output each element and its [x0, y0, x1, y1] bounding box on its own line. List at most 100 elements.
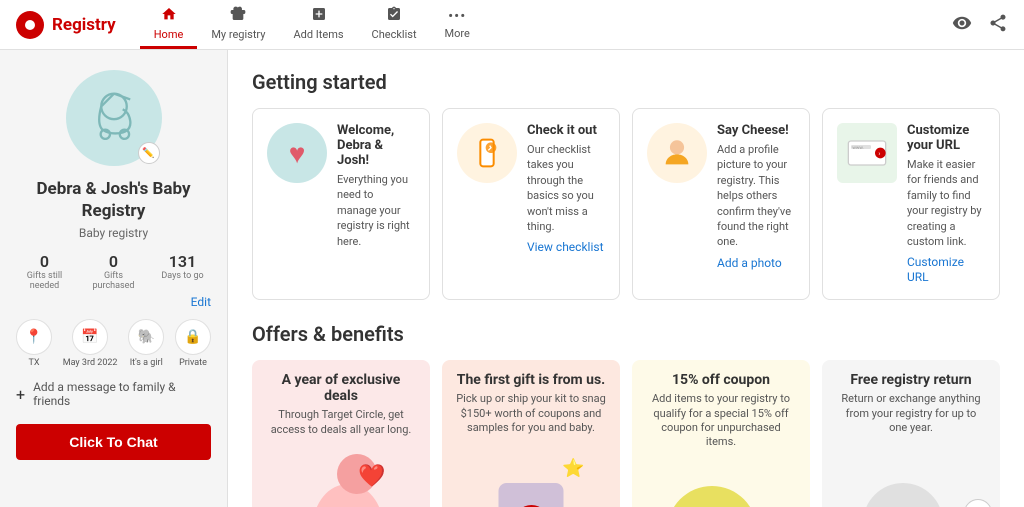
return-next-icon[interactable]: › — [964, 499, 992, 507]
stat-gifts-needed-label: Gifts still needed — [16, 271, 73, 291]
exclusive-deals-desc: Through Target Circle, get access to dea… — [266, 408, 416, 437]
tab-my-registry[interactable]: My registry — [197, 0, 279, 49]
checklist-icon — [386, 6, 402, 26]
svg-text:www.: www. — [852, 146, 863, 151]
tag-privacy[interactable]: 🔒 Private — [175, 319, 211, 368]
customize-url-link[interactable]: Customize URL — [907, 255, 964, 284]
say-cheese-content: Say Cheese! Add a profile picture to you… — [717, 123, 795, 285]
coupon-desc: Add items to your registry to qualify fo… — [646, 392, 796, 449]
say-cheese-title: Say Cheese! — [717, 123, 795, 138]
customize-url-card: www. › Customize your URL Make it easier… — [822, 108, 1000, 300]
home-icon — [161, 6, 177, 26]
gender-icon: 🐘 — [128, 319, 164, 355]
offers-cards: A year of exclusive deals Through Target… — [252, 360, 1000, 507]
say-cheese-img — [647, 123, 707, 183]
lock-icon: 🔒 — [175, 319, 211, 355]
welcome-card-text: Everything you need to manage your regis… — [337, 172, 415, 249]
stroller-icon — [85, 89, 143, 147]
stat-gifts-purchased: 0 Gifts purchased — [85, 252, 142, 291]
plus-icon: + — [16, 385, 25, 404]
stats-row: 0 Gifts still needed 0 Gifts purchased 1… — [16, 252, 211, 291]
stat-days-to-go-label: Days to go — [161, 271, 203, 281]
customize-url-content: Customize your URL Make it easier for fr… — [907, 123, 985, 285]
exclusive-deals-header: A year of exclusive deals Through Target… — [252, 360, 430, 443]
layout: ✏️ Debra & Josh's Baby Registry Baby reg… — [0, 50, 1024, 507]
location-icon: 📍 — [16, 319, 52, 355]
tag-gender[interactable]: 🐘 It's a girl — [128, 319, 164, 368]
tab-checklist-label: Checklist — [372, 28, 417, 41]
avatar: ✏️ — [66, 70, 162, 166]
welcome-card: ♥ Welcome, Debra & Josh! Everything you … — [252, 108, 430, 300]
return-img: ↩ 📢 › — [822, 441, 1000, 507]
check-it-out-content: Check it out Our checklist takes you thr… — [527, 123, 605, 285]
first-gift-card: The first gift is from us. Pick up or sh… — [442, 360, 620, 507]
edit-link[interactable]: Edit — [191, 295, 211, 309]
add-message-label: Add a message to family & friends — [33, 380, 211, 408]
tab-my-registry-label: My registry — [211, 28, 265, 41]
nav-logo[interactable]: Registry — [16, 11, 116, 39]
check-it-out-title: Check it out — [527, 123, 605, 138]
tab-checklist[interactable]: Checklist — [358, 0, 431, 49]
return-title: Free registry return — [836, 372, 986, 388]
return-card: Free registry return Return or exchange … — [822, 360, 1000, 507]
coupon-title: 15% off coupon — [646, 372, 796, 388]
logo-text: Registry — [52, 15, 116, 35]
first-gift-img: ⭐ — [442, 441, 620, 507]
sidebar: ✏️ Debra & Josh's Baby Registry Baby reg… — [0, 50, 228, 507]
tag-date[interactable]: 📅 May 3rd 2022 — [63, 319, 118, 368]
check-it-out-text: Our checklist takes you through the basi… — [527, 142, 605, 234]
customize-url-img: www. › — [837, 123, 897, 183]
return-desc: Return or exchange anything from your re… — [836, 392, 986, 435]
offers-title: Offers & benefits — [252, 322, 1000, 346]
registry-type: Baby registry — [79, 226, 148, 240]
return-header: Free registry return Return or exchange … — [822, 360, 1000, 441]
customize-url-text: Make it easier for friends and family to… — [907, 157, 985, 249]
offers-section: Offers & benefits A year of exclusive de… — [252, 322, 1000, 507]
customize-url-title: Customize your URL — [907, 123, 985, 153]
chat-button[interactable]: Click To Chat — [16, 424, 211, 460]
coupon-img: 🪑 🧸 — [632, 456, 810, 507]
first-gift-desc: Pick up or ship your kit to snag $150+ w… — [456, 392, 606, 435]
stat-gifts-purchased-label: Gifts purchased — [85, 271, 142, 291]
stat-gifts-needed-value: 0 — [40, 252, 49, 271]
tab-add-items[interactable]: Add Items — [279, 0, 357, 49]
eye-icon[interactable] — [952, 13, 972, 37]
say-cheese-card: Say Cheese! Add a profile picture to you… — [632, 108, 810, 300]
say-cheese-text: Add a profile picture to your registry. … — [717, 142, 795, 250]
getting-started-title: Getting started — [252, 70, 1000, 94]
edit-pencil-button[interactable]: ✏️ — [138, 142, 160, 164]
stat-days-to-go: 131 Days to go — [154, 252, 211, 291]
add-message-row[interactable]: + Add a message to family & friends — [16, 380, 211, 408]
gift-icon — [230, 6, 246, 26]
top-nav: Registry Home My registry Add Items — [0, 0, 1024, 50]
welcome-card-title: Welcome, Debra & Josh! — [337, 123, 415, 168]
tag-location[interactable]: 📍 TX — [16, 319, 52, 368]
view-checklist-link[interactable]: View checklist — [527, 240, 604, 254]
add-photo-link[interactable]: Add a photo — [717, 256, 782, 270]
svg-text:›: › — [878, 150, 880, 158]
calendar-icon: 📅 — [72, 319, 108, 355]
welcome-card-content: Welcome, Debra & Josh! Everything you ne… — [337, 123, 415, 285]
tab-more[interactable]: ••• More — [431, 0, 484, 49]
nav-tabs: Home My registry Add Items Checklist ••• — [140, 0, 484, 49]
coupon-header: 15% off coupon Add items to your registr… — [632, 360, 810, 455]
stat-gifts-purchased-value: 0 — [109, 252, 118, 271]
add-icon — [311, 6, 327, 26]
exclusive-deals-card: A year of exclusive deals Through Target… — [252, 360, 430, 507]
share-icon[interactable] — [988, 13, 1008, 37]
stat-days-to-go-value: 131 — [169, 252, 196, 271]
welcome-card-img: ♥ — [267, 123, 327, 183]
exclusive-deals-img: ❤️ — [252, 443, 430, 507]
tab-home[interactable]: Home — [140, 0, 198, 49]
more-icon: ••• — [448, 7, 466, 25]
check-it-out-card: Check it out Our checklist takes you thr… — [442, 108, 620, 300]
tab-home-label: Home — [154, 28, 184, 41]
stat-gifts-needed: 0 Gifts still needed — [16, 252, 73, 291]
nav-right-actions — [952, 13, 1008, 37]
tab-more-label: More — [445, 27, 470, 40]
first-gift-header: The first gift is from us. Pick up or sh… — [442, 360, 620, 441]
main-content: Getting started ♥ Welcome, Debra & Josh!… — [228, 50, 1024, 507]
bullseye-icon — [16, 11, 44, 39]
getting-started-section: Getting started ♥ Welcome, Debra & Josh!… — [252, 70, 1000, 300]
getting-started-cards: ♥ Welcome, Debra & Josh! Everything you … — [252, 108, 1000, 300]
